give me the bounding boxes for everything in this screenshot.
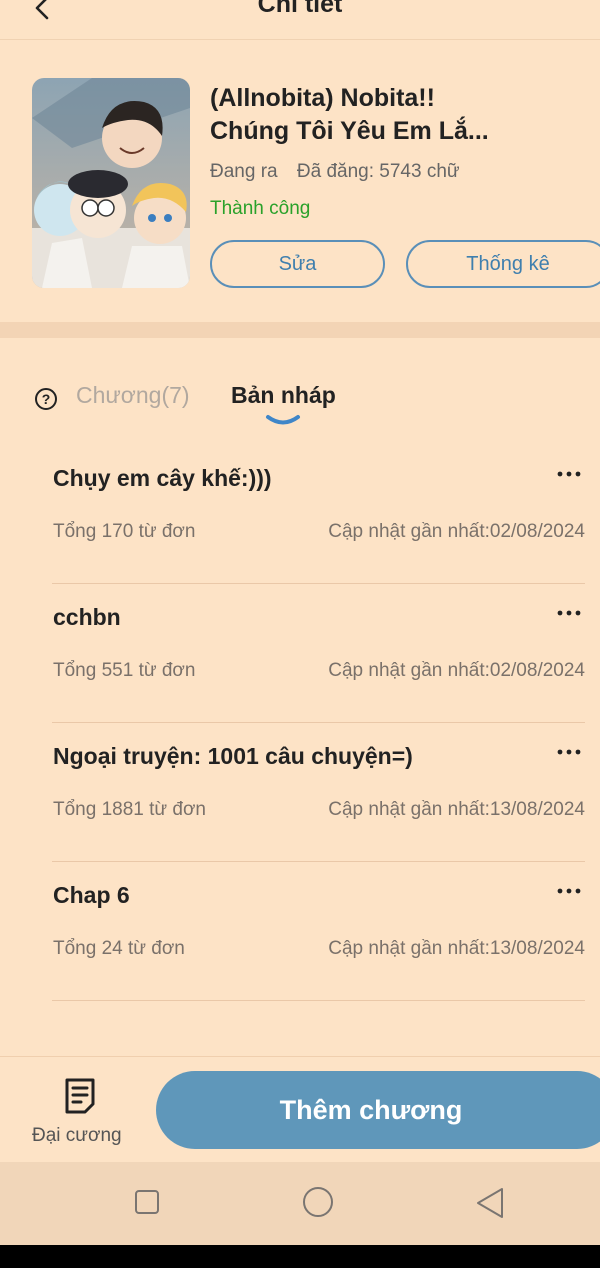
- draft-list: Chụy em cây khế:))) Tổng 170 từ đơn Cập …: [0, 445, 600, 1001]
- stats-button[interactable]: Thống kê: [406, 240, 600, 288]
- book-title-line1: (Allnobita) Nobita!!: [210, 84, 435, 112]
- published-count: Đã đăng: 5743 chữ: [296, 161, 460, 182]
- draft-last-updated: Cập nhật gần nhất:13/08/2024: [328, 799, 585, 820]
- more-options-icon[interactable]: [556, 467, 582, 481]
- more-options-icon[interactable]: [556, 606, 582, 620]
- tab-drafts[interactable]: Bản nháp: [231, 382, 336, 409]
- home-icon[interactable]: [300, 1186, 334, 1220]
- tab-chapters[interactable]: Chương(7): [76, 382, 190, 409]
- tab-bar: ? Chương(7) Bản nháp: [0, 380, 600, 440]
- draft-item[interactable]: Chụy em cây khế:))) Tổng 170 từ đơn Cập …: [52, 445, 585, 584]
- book-cover[interactable]: [32, 78, 190, 288]
- recent-apps-icon[interactable]: [130, 1186, 164, 1220]
- review-status: Thành công: [210, 198, 311, 219]
- draft-item[interactable]: cchbn Tổng 551 từ đơn Cập nhật gần nhất:…: [52, 584, 585, 723]
- section-divider: [0, 322, 600, 338]
- system-back-icon[interactable]: [474, 1186, 508, 1220]
- cover-illustration: [32, 78, 190, 288]
- draft-word-count: Tổng 551 từ đơn: [53, 660, 196, 681]
- draft-title: Ngoại truyện: 1001 câu chuyện=): [53, 743, 413, 769]
- more-options-icon[interactable]: [556, 884, 582, 898]
- help-icon[interactable]: ?: [34, 387, 58, 411]
- draft-last-updated: Cập nhật gần nhất:02/08/2024: [328, 521, 585, 542]
- draft-word-count: Tổng 170 từ đơn: [53, 521, 196, 542]
- draft-title: Chụy em cây khế:))): [53, 465, 272, 491]
- active-tab-indicator: [266, 415, 300, 425]
- edit-button[interactable]: Sửa: [210, 240, 385, 288]
- book-meta: Đang ra Đã đăng: 5743 chữ: [210, 161, 474, 183]
- book-title-line2: Chúng Tôi Yêu Em Lắ...: [210, 117, 489, 145]
- svg-text:?: ?: [42, 391, 51, 407]
- book-status: Đang ra: [210, 161, 278, 182]
- draft-item[interactable]: Chap 6 Tổng 24 từ đơn Cập nhật gần nhất:…: [52, 862, 585, 1001]
- bottom-action-bar: Đại cương Thêm chương: [0, 1056, 600, 1162]
- draft-last-updated: Cập nhật gần nhất:02/08/2024: [328, 660, 585, 681]
- draft-word-count: Tổng 24 từ đơn: [53, 938, 185, 959]
- book-title: (Allnobita) Nobita!! Chúng Tôi Yêu Em Lắ…: [210, 82, 590, 148]
- header: Chi tiết: [0, 0, 600, 40]
- draft-title: cchbn: [53, 604, 121, 630]
- draft-title: Chap 6: [53, 882, 130, 908]
- book-detail-screen: Chi tiết (Allnobita) Nobita!! Chúng Tôi …: [0, 0, 600, 1245]
- system-navigation-bar: [0, 1162, 600, 1245]
- page-title: Chi tiết: [257, 0, 343, 18]
- outline-label: Đại cương: [32, 1125, 122, 1146]
- draft-item[interactable]: Ngoại truyện: 1001 câu chuyện=) Tổng 188…: [52, 723, 585, 862]
- add-chapter-button[interactable]: Thêm chương: [156, 1071, 600, 1149]
- draft-word-count: Tổng 1881 từ đơn: [53, 799, 207, 820]
- more-options-icon[interactable]: [556, 745, 582, 759]
- outline-document-icon: [65, 1078, 95, 1114]
- draft-last-updated: Cập nhật gần nhất:13/08/2024: [328, 938, 585, 959]
